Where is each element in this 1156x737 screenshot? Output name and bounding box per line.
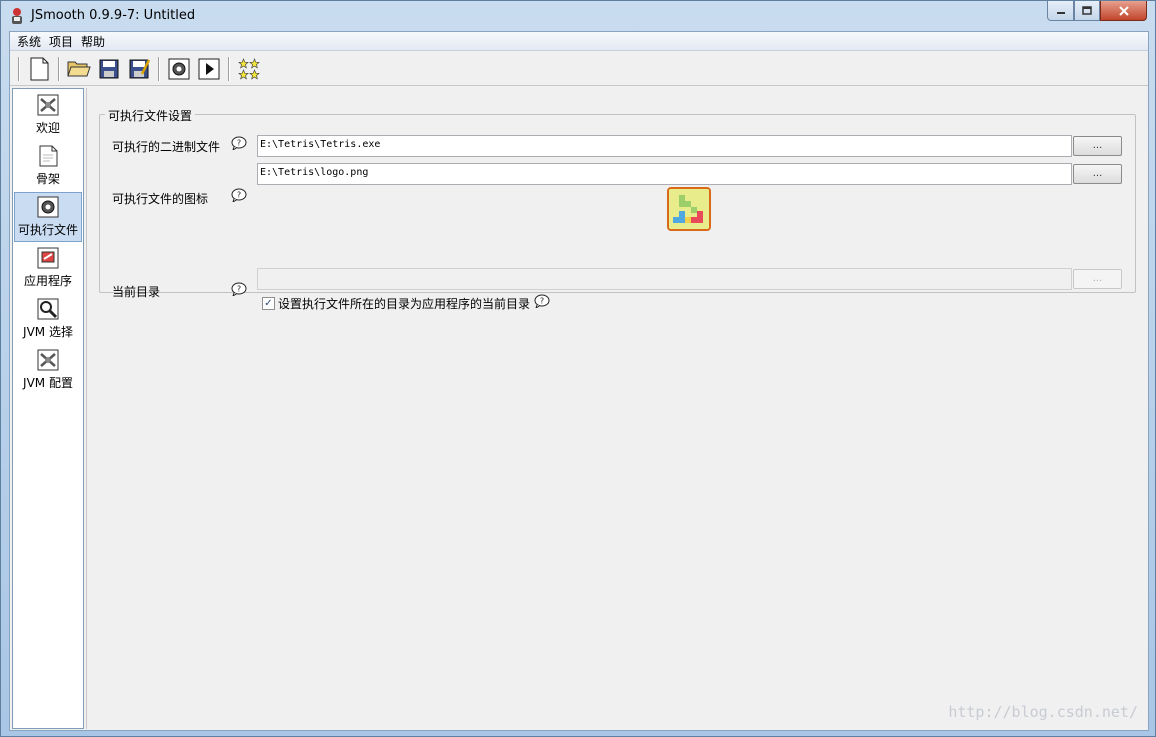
sidebar-item-label: 应用程序 <box>23 274 72 288</box>
svg-text:?: ? <box>237 191 241 200</box>
sidebar-item-label: 欢迎 <box>35 121 60 135</box>
watermark: http://blog.csdn.net/ <box>948 703 1138 721</box>
svg-text:?: ? <box>540 297 544 306</box>
title-bar[interactable]: JSmooth 0.9.9-7: Untitled <box>1 1 1155 31</box>
new-icon <box>30 57 49 80</box>
group-title: 可执行文件设置 <box>105 107 196 124</box>
open-icon <box>67 61 91 76</box>
close-button[interactable] <box>1100 1 1147 21</box>
binary-label: 可执行的二进制文件 <box>112 140 221 154</box>
app-window: JSmooth 0.9.9-7: Untitled 系统 项目 帮助 欢迎 骨架… <box>0 0 1156 737</box>
menu-help[interactable]: 帮助 <box>77 33 109 50</box>
application-icon <box>37 247 59 269</box>
help-icon[interactable]: ? <box>231 136 247 150</box>
browse-icon-button[interactable]: ... <box>1073 164 1122 184</box>
toolbar <box>10 52 1148 86</box>
new-button[interactable] <box>26 56 52 82</box>
sidebar-item-executable[interactable]: 可执行文件 <box>14 192 82 242</box>
jvm-config-icon <box>37 349 59 371</box>
skeleton-icon <box>37 145 59 167</box>
window-title: JSmooth 0.9.9-7: Untitled <box>31 8 196 23</box>
icon-label: 可执行文件的图标 <box>112 192 209 206</box>
compile-button[interactable] <box>166 56 192 82</box>
close-icon <box>1118 5 1129 16</box>
maximize-icon <box>1082 6 1092 15</box>
run-icon <box>198 58 220 79</box>
minimize-icon <box>1056 11 1065 14</box>
icon-file-input[interactable]: E:\Tetris\logo.png <box>257 163 1072 185</box>
sidebar-item-jvm-select[interactable]: JVM 选择 <box>14 295 82 345</box>
sidebar-item-welcome[interactable]: 欢迎 <box>14 91 82 141</box>
help-icon[interactable]: ? <box>231 282 247 296</box>
save-as-icon <box>129 58 150 78</box>
sidebar-item-label: JVM 配置 <box>23 376 73 390</box>
content-panel: 可执行文件设置 可执行的二进制文件 ? E:\Tetris\Tetris.exe… <box>86 88 1148 729</box>
toolbar-separator <box>158 56 160 81</box>
tetris-logo-icon <box>669 189 709 229</box>
jsmooth-app-icon <box>12 8 22 24</box>
set-working-dir-checkbox[interactable]: ✓ <box>262 297 275 310</box>
compile-icon <box>168 58 190 79</box>
tetris-icon-preview <box>667 187 711 231</box>
sidebar-item-application[interactable]: 应用程序 <box>14 244 82 294</box>
sidebar-item-label: JVM 选择 <box>23 325 73 339</box>
save-icon <box>99 59 119 78</box>
help-icon[interactable]: ? <box>231 188 247 202</box>
stars-icon <box>238 57 260 80</box>
save-button[interactable] <box>96 56 122 82</box>
toolbar-separator <box>228 56 230 81</box>
save-as-button[interactable] <box>126 56 152 82</box>
help-icon[interactable]: ? <box>534 294 550 308</box>
minimize-button[interactable] <box>1047 1 1074 21</box>
sidebar-item-jvm-config[interactable]: JVM 配置 <box>14 346 82 396</box>
binary-file-input[interactable]: E:\Tetris\Tetris.exe <box>257 135 1072 157</box>
sidebar-item-label: 可执行文件 <box>17 223 78 237</box>
executable-icon <box>37 196 59 218</box>
toolbar-separator <box>18 56 20 81</box>
sidebar-item-label: 骨架 <box>35 172 60 186</box>
run-button[interactable] <box>196 56 222 82</box>
browse-dir-button[interactable]: ... <box>1073 269 1122 289</box>
menu-system[interactable]: 系统 <box>13 33 45 50</box>
svg-text:?: ? <box>237 285 241 294</box>
jvm-select-icon <box>37 298 59 320</box>
browse-binary-button[interactable]: ... <box>1073 136 1122 156</box>
sidebar-item-skeleton[interactable]: 骨架 <box>14 142 82 192</box>
checkbox-label: 设置执行文件所在的目录为应用程序的当前目录 <box>278 297 531 311</box>
menu-project[interactable]: 项目 <box>45 33 77 50</box>
svg-text:?: ? <box>237 139 241 148</box>
about-button[interactable] <box>236 56 262 82</box>
maximize-button[interactable] <box>1074 1 1100 21</box>
toolbar-separator <box>58 56 60 81</box>
current-dir-input[interactable] <box>257 268 1072 290</box>
client-area: 系统 项目 帮助 欢迎 骨架 可执行文件 应用程序 JVM 选择 JVM 配置 … <box>9 31 1149 731</box>
sidebar: 欢迎 骨架 可执行文件 应用程序 JVM 选择 JVM 配置 <box>12 88 84 729</box>
current-dir-label: 当前目录 <box>112 285 161 299</box>
open-button[interactable] <box>66 56 92 82</box>
menu-bar: 系统 项目 帮助 <box>10 32 1148 51</box>
welcome-icon <box>37 94 59 116</box>
